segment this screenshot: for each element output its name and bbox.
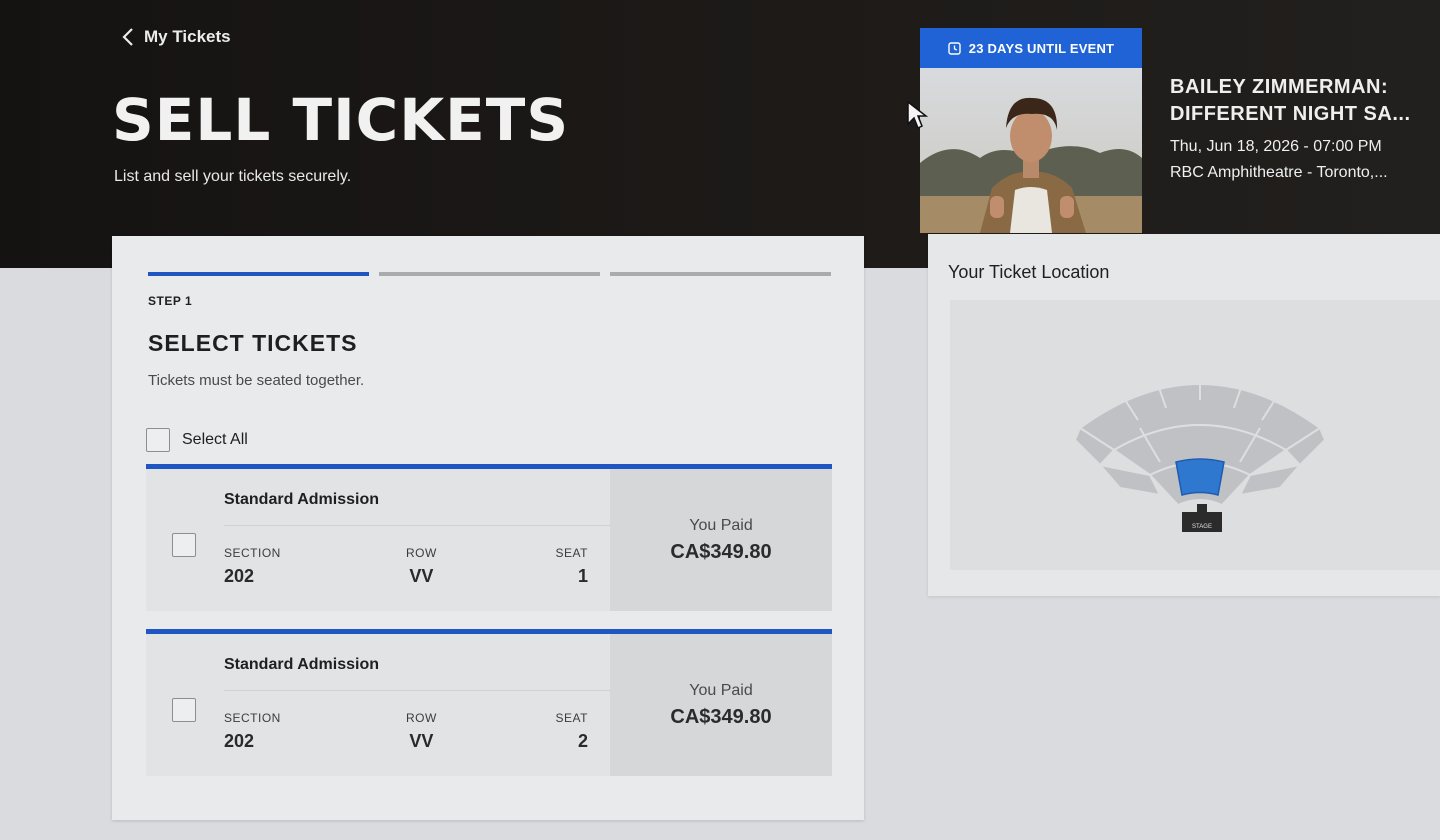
- select-all-checkbox[interactable]: [146, 428, 170, 452]
- event-name[interactable]: BAILEY ZIMMERMAN: DIFFERENT NIGHT SA...: [1170, 74, 1440, 128]
- ticket-price-box: You Paid CA$349.80: [610, 469, 832, 611]
- section-value: 202: [224, 566, 255, 586]
- back-to-my-tickets-link[interactable]: My Tickets: [120, 26, 231, 48]
- row-label: ROW: [406, 546, 437, 560]
- ticket-type: Standard Admission: [224, 491, 379, 508]
- clock-icon: [948, 41, 961, 55]
- ticket-location-card: Your Ticket Location STAGE: [928, 234, 1440, 596]
- seat-label: SEAT: [555, 546, 588, 560]
- page-subtitle: List and sell your tickets securely.: [114, 168, 352, 185]
- cursor-icon: [907, 100, 928, 130]
- stage-label: STAGE: [1192, 524, 1212, 530]
- row-value: VV: [409, 566, 434, 586]
- paid-value: CA$349.80: [670, 541, 772, 563]
- section-title: SELECT TICKETS: [148, 330, 358, 356]
- ticket-price-box: You Paid CA$349.80: [610, 634, 832, 776]
- step-1-bar: [148, 272, 369, 276]
- chevron-left-icon: [122, 28, 133, 46]
- row-label: ROW: [406, 711, 437, 725]
- step-progress: [148, 272, 831, 276]
- section-label: SECTION: [224, 546, 281, 560]
- ticket-type: Standard Admission: [224, 656, 379, 673]
- seat-label: SEAT: [555, 711, 588, 725]
- page-title: SELL TICKETS: [112, 86, 570, 154]
- ticket-card: Standard Admission SECTION 202 ROW VV SE…: [146, 464, 832, 611]
- artist-photo: [920, 68, 1142, 233]
- row-value: VV: [409, 731, 434, 751]
- ticket-checkbox[interactable]: [172, 533, 196, 557]
- ticket-checkbox[interactable]: [172, 698, 196, 722]
- venue-seat-map[interactable]: STAGE: [950, 300, 1440, 570]
- step-2-bar: [379, 272, 600, 276]
- step-3-bar: [610, 272, 831, 276]
- paid-value: CA$349.80: [670, 706, 772, 728]
- paid-label: You Paid: [689, 517, 753, 534]
- event-info: BAILEY ZIMMERMAN: DIFFERENT NIGHT SA... …: [1170, 74, 1440, 182]
- section-value: 202: [224, 731, 255, 751]
- step-label: STEP 1: [148, 294, 193, 308]
- seat-map-graphic: STAGE: [1073, 370, 1327, 532]
- select-all-option[interactable]: Select All: [146, 428, 248, 452]
- ticket-card: Standard Admission SECTION 202 ROW VV SE…: [146, 629, 832, 776]
- event-date: Thu, Jun 18, 2026 - 07:00 PM: [1170, 138, 1382, 155]
- seat-value: 2: [577, 731, 588, 751]
- ticket-seat-details: SECTION 202 ROW VV SEAT 1: [224, 525, 614, 604]
- sell-tickets-panel: STEP 1 SELECT TICKETS Tickets must be se…: [112, 236, 864, 820]
- paid-label: You Paid: [689, 682, 753, 699]
- ticket-location-title: Your Ticket Location: [948, 262, 1110, 282]
- section-label: SECTION: [224, 711, 281, 725]
- event-thumbnail[interactable]: 23 DAYS UNTIL EVENT: [920, 28, 1142, 233]
- back-link-label[interactable]: My Tickets: [144, 27, 231, 47]
- highlighted-section: [1175, 458, 1225, 496]
- ticket-seat-details: SECTION 202 ROW VV SEAT 2: [224, 690, 614, 769]
- section-note: Tickets must be seated together.: [148, 372, 365, 389]
- countdown-badge: 23 DAYS UNTIL EVENT: [920, 28, 1142, 68]
- countdown-text: 23 DAYS UNTIL EVENT: [968, 40, 1115, 56]
- select-all-label[interactable]: Select All: [182, 431, 248, 449]
- seat-value: 1: [577, 566, 588, 586]
- event-venue: RBC Amphitheatre - Toronto,...: [1170, 164, 1388, 181]
